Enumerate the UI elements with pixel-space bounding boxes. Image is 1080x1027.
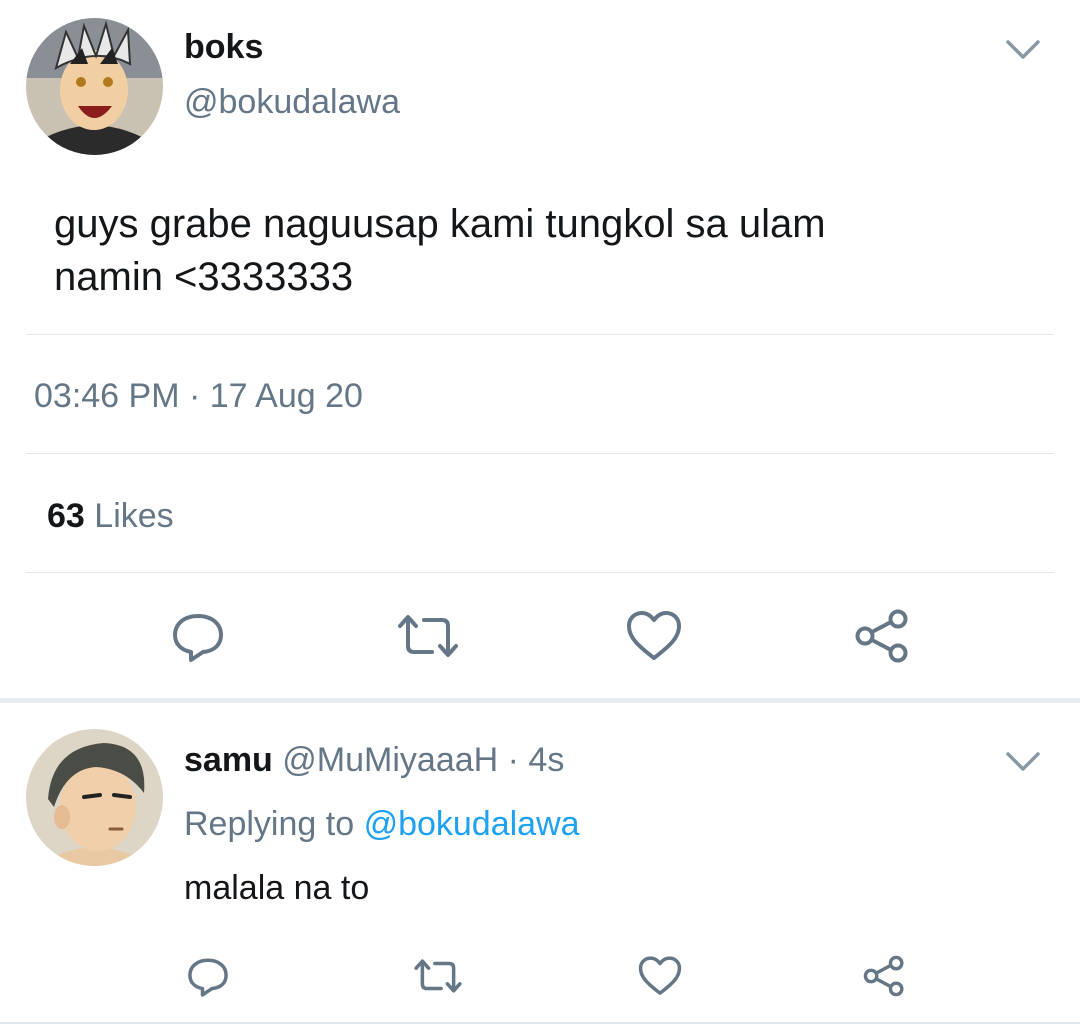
author-name[interactable]: boks: [184, 28, 263, 66]
tweet-text-line-2: namin <3333333: [54, 255, 354, 299]
chevron-down-icon[interactable]: [1003, 748, 1043, 776]
timestamp-separator: ·: [188, 377, 201, 415]
replying-to: Replying to @bokudalawa: [184, 804, 580, 844]
retweet-icon[interactable]: [396, 606, 460, 666]
tweet-text: guys grabe naguusap kami tungkol sa ulam…: [54, 198, 826, 304]
tweet-time: 03:46 PM: [34, 377, 180, 415]
avatar-samu[interactable]: [26, 729, 163, 866]
share-icon[interactable]: [860, 952, 908, 1000]
chevron-down-icon[interactable]: [1003, 36, 1043, 64]
likes-stat[interactable]: 63 Likes: [47, 496, 174, 536]
reply-time-separator: ·: [507, 741, 519, 779]
retweet-icon[interactable]: [412, 952, 464, 1000]
tweet-date: 17 Aug 20: [209, 377, 363, 415]
reply-time[interactable]: 4s: [528, 741, 564, 779]
like-icon[interactable]: [636, 952, 684, 1000]
like-icon[interactable]: [624, 606, 684, 666]
tweet-text-line-1: guys grabe naguusap kami tungkol sa ulam: [54, 202, 826, 246]
reply-author-handle[interactable]: @MuMiyaaaH: [282, 741, 498, 779]
likes-label: Likes: [94, 497, 174, 535]
replying-to-handle[interactable]: @bokudalawa: [364, 805, 580, 843]
reply-icon[interactable]: [184, 952, 232, 1000]
divider: [26, 572, 1054, 573]
avatar-boks[interactable]: [26, 18, 163, 155]
thread-separator: [0, 698, 1080, 703]
reply-author-name[interactable]: samu: [184, 741, 273, 779]
replying-to-label: Replying to: [184, 805, 355, 843]
divider: [26, 453, 1054, 454]
avatar-boks-image: [26, 18, 163, 155]
divider: [26, 334, 1054, 335]
reply-icon[interactable]: [168, 606, 228, 666]
likes-count: 63: [47, 497, 85, 535]
reply-text: malala na to: [184, 869, 370, 907]
divider: [0, 1022, 1080, 1024]
tweet-timestamp: 03:46 PM · 17 Aug 20: [34, 376, 363, 416]
share-icon[interactable]: [852, 606, 912, 666]
reply-header: samu @MuMiyaaaH · 4s: [184, 740, 564, 780]
author-handle[interactable]: @bokudalawa: [184, 82, 400, 122]
avatar-samu-image: [26, 729, 163, 866]
